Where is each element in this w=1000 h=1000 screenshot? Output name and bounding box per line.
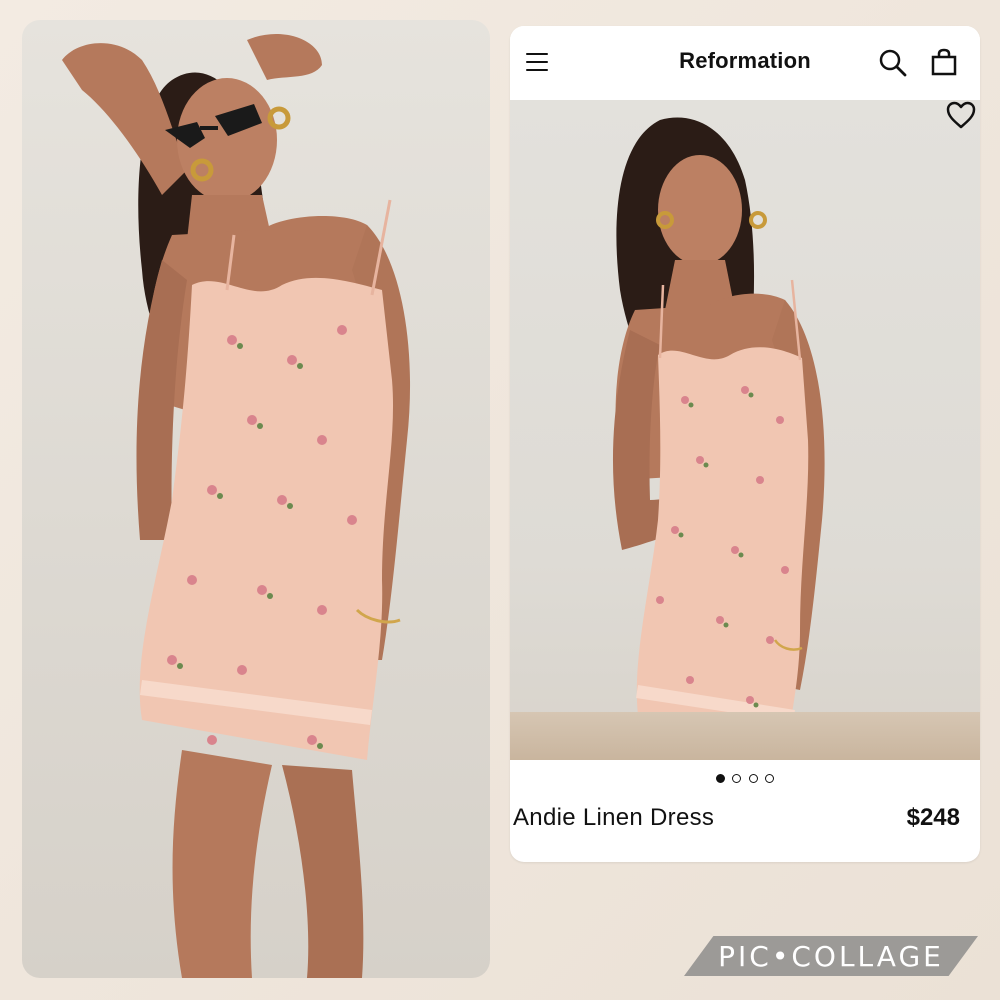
pagination-dot-4[interactable] xyxy=(764,774,774,783)
shopping-bag-icon[interactable] xyxy=(928,46,960,78)
model-photo-left xyxy=(22,20,490,978)
model-illustration-left xyxy=(62,34,411,978)
product-image[interactable] xyxy=(510,100,980,760)
app-header: Reformation xyxy=(510,26,980,100)
collage-canvas: Reformation Andie Linen Dress $248 PIC•C… xyxy=(0,0,1000,1000)
model-illustration-right xyxy=(612,117,825,760)
image-pagination-dots xyxy=(510,768,980,783)
heart-icon[interactable] xyxy=(944,98,978,132)
phone-screenshot: Reformation Andie Linen Dress $248 xyxy=(510,26,980,862)
product-name[interactable]: Andie Linen Dress xyxy=(513,804,714,832)
brand-logo[interactable]: Reformation xyxy=(510,48,980,74)
product-price: $248 xyxy=(906,804,960,831)
pagination-dot-1[interactable] xyxy=(716,774,726,783)
search-icon[interactable] xyxy=(878,48,908,78)
pagination-dot-2[interactable] xyxy=(732,774,742,783)
pic-collage-watermark: PIC•COLLAGE xyxy=(684,936,978,976)
floor xyxy=(510,712,980,760)
pagination-dot-3[interactable] xyxy=(748,774,758,783)
